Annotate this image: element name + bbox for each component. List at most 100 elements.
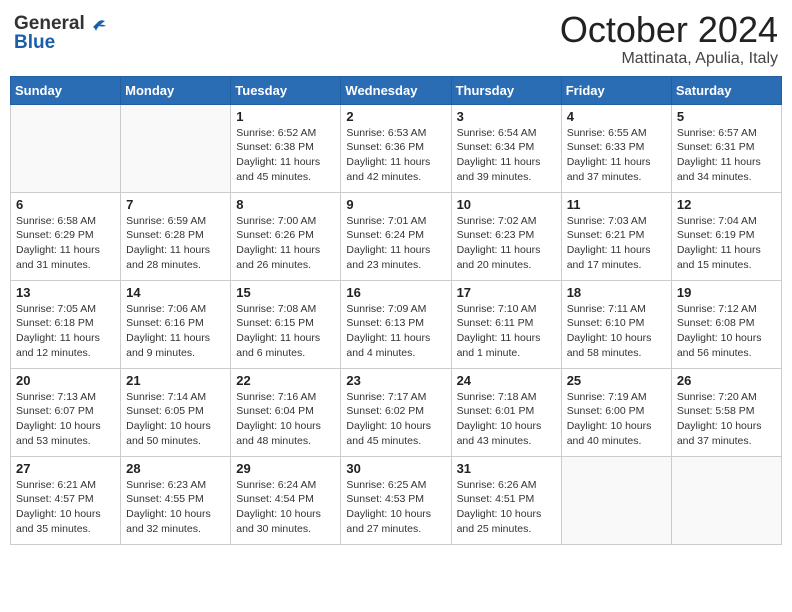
calendar-day-cell bbox=[561, 456, 671, 544]
day-number: 15 bbox=[236, 285, 335, 300]
day-info: Sunrise: 7:04 AMSunset: 6:19 PMDaylight:… bbox=[677, 214, 776, 273]
calendar-day-cell: 25Sunrise: 7:19 AMSunset: 6:00 PMDayligh… bbox=[561, 368, 671, 456]
day-info: Sunrise: 6:53 AMSunset: 6:36 PMDaylight:… bbox=[346, 126, 445, 185]
calendar-day-cell: 19Sunrise: 7:12 AMSunset: 6:08 PMDayligh… bbox=[671, 280, 781, 368]
day-number: 20 bbox=[16, 373, 115, 388]
calendar-weekday-header: Sunday bbox=[11, 76, 121, 104]
day-number: 18 bbox=[567, 285, 666, 300]
location-text: Mattinata, Apulia, Italy bbox=[560, 50, 778, 68]
day-number: 24 bbox=[457, 373, 556, 388]
calendar-day-cell: 3Sunrise: 6:54 AMSunset: 6:34 PMDaylight… bbox=[451, 104, 561, 192]
day-info: Sunrise: 6:26 AMSunset: 4:51 PMDaylight:… bbox=[457, 478, 556, 537]
calendar-week-row: 27 Sunrise: 6:21 AMSunset: 4:57 PMDayligh… bbox=[11, 456, 782, 544]
day-info: Sunrise: 6:21 AMSunset: 4:57 PMDaylight:… bbox=[16, 478, 115, 537]
calendar-weekday-header: Thursday bbox=[451, 76, 561, 104]
calendar-day-cell: 15 Sunrise: 7:08 AMSunset: 6:15 PMDayligh… bbox=[231, 280, 341, 368]
day-number: 26 bbox=[677, 373, 776, 388]
day-number: 29 bbox=[236, 461, 335, 476]
day-info: Sunrise: 7:03 AMSunset: 6:21 PMDaylight:… bbox=[567, 214, 666, 273]
calendar-day-cell: 16 Sunrise: 7:09 AMSunset: 6:13 PMDayligh… bbox=[341, 280, 451, 368]
calendar-day-cell: 24 Sunrise: 7:18 AMSunset: 6:01 PMDayligh… bbox=[451, 368, 561, 456]
day-info: Sunrise: 7:11 AMSunset: 6:10 PMDaylight:… bbox=[567, 302, 666, 361]
calendar-weekday-header: Wednesday bbox=[341, 76, 451, 104]
day-info: Sunrise: 7:19 AMSunset: 6:00 PMDaylight:… bbox=[567, 390, 666, 449]
day-info: Sunrise: 7:13 AMSunset: 6:07 PMDaylight:… bbox=[16, 390, 115, 449]
calendar-weekday-header: Saturday bbox=[671, 76, 781, 104]
logo-blue-text: Blue bbox=[14, 33, 85, 52]
day-number: 3 bbox=[457, 109, 556, 124]
calendar-day-cell: 22 Sunrise: 7:16 AMSunset: 6:04 PMDayligh… bbox=[231, 368, 341, 456]
day-number: 31 bbox=[457, 461, 556, 476]
page-header: General Blue October 2024 Mattinata, Apu… bbox=[10, 10, 782, 68]
day-info: Sunrise: 6:23 AMSunset: 4:55 PMDaylight:… bbox=[126, 478, 225, 537]
day-info: Sunrise: 7:02 AMSunset: 6:23 PMDaylight:… bbox=[457, 214, 556, 273]
day-number: 12 bbox=[677, 197, 776, 212]
day-number: 17 bbox=[457, 285, 556, 300]
day-info: Sunrise: 6:55 AMSunset: 6:33 PMDaylight:… bbox=[567, 126, 666, 185]
calendar-day-cell: 23 Sunrise: 7:17 AMSunset: 6:02 PMDayligh… bbox=[341, 368, 451, 456]
day-number: 10 bbox=[457, 197, 556, 212]
day-info: Sunrise: 7:01 AMSunset: 6:24 PMDaylight:… bbox=[346, 214, 445, 273]
day-info: Sunrise: 6:57 AMSunset: 6:31 PMDaylight:… bbox=[677, 126, 776, 185]
day-number: 8 bbox=[236, 197, 335, 212]
calendar-week-row: 6Sunrise: 6:58 AMSunset: 6:29 PMDaylight… bbox=[11, 192, 782, 280]
day-number: 22 bbox=[236, 373, 335, 388]
calendar-week-row: 20 Sunrise: 7:13 AMSunset: 6:07 PMDayligh… bbox=[11, 368, 782, 456]
logo-bird-icon bbox=[87, 18, 109, 40]
calendar-day-cell: 9 Sunrise: 7:01 AMSunset: 6:24 PMDaylight… bbox=[341, 192, 451, 280]
calendar-day-cell: 26Sunrise: 7:20 AMSunset: 5:58 PMDayligh… bbox=[671, 368, 781, 456]
logo: General Blue bbox=[14, 14, 109, 52]
calendar-day-cell: 27 Sunrise: 6:21 AMSunset: 4:57 PMDayligh… bbox=[11, 456, 121, 544]
calendar-day-cell: 29Sunrise: 6:24 AMSunset: 4:54 PMDayligh… bbox=[231, 456, 341, 544]
day-info: Sunrise: 7:05 AMSunset: 6:18 PMDaylight:… bbox=[16, 302, 115, 361]
logo-general-text: General bbox=[14, 14, 85, 33]
day-number: 4 bbox=[567, 109, 666, 124]
calendar-header-row: SundayMondayTuesdayWednesdayThursdayFrid… bbox=[11, 76, 782, 104]
day-info: Sunrise: 7:06 AMSunset: 6:16 PMDaylight:… bbox=[126, 302, 225, 361]
day-number: 28 bbox=[126, 461, 225, 476]
calendar-weekday-header: Friday bbox=[561, 76, 671, 104]
day-info: Sunrise: 7:08 AMSunset: 6:15 PMDaylight:… bbox=[236, 302, 335, 361]
calendar-day-cell: 11 Sunrise: 7:03 AMSunset: 6:21 PMDayligh… bbox=[561, 192, 671, 280]
day-number: 23 bbox=[346, 373, 445, 388]
day-info: Sunrise: 7:18 AMSunset: 6:01 PMDaylight:… bbox=[457, 390, 556, 449]
day-number: 7 bbox=[126, 197, 225, 212]
day-info: Sunrise: 7:12 AMSunset: 6:08 PMDaylight:… bbox=[677, 302, 776, 361]
day-info: Sunrise: 7:17 AMSunset: 6:02 PMDaylight:… bbox=[346, 390, 445, 449]
calendar-day-cell: 13 Sunrise: 7:05 AMSunset: 6:18 PMDayligh… bbox=[11, 280, 121, 368]
calendar-day-cell: 21 Sunrise: 7:14 AMSunset: 6:05 PMDayligh… bbox=[121, 368, 231, 456]
day-info: Sunrise: 7:16 AMSunset: 6:04 PMDaylight:… bbox=[236, 390, 335, 449]
calendar-weekday-header: Tuesday bbox=[231, 76, 341, 104]
calendar-day-cell bbox=[11, 104, 121, 192]
calendar-day-cell: 4 Sunrise: 6:55 AMSunset: 6:33 PMDaylight… bbox=[561, 104, 671, 192]
day-number: 11 bbox=[567, 197, 666, 212]
calendar-day-cell: 30 Sunrise: 6:25 AMSunset: 4:53 PMDayligh… bbox=[341, 456, 451, 544]
calendar-day-cell: 31 Sunrise: 6:26 AMSunset: 4:51 PMDayligh… bbox=[451, 456, 561, 544]
day-info: Sunrise: 6:52 AMSunset: 6:38 PMDaylight:… bbox=[236, 126, 335, 185]
day-number: 16 bbox=[346, 285, 445, 300]
day-info: Sunrise: 6:59 AMSunset: 6:28 PMDaylight:… bbox=[126, 214, 225, 273]
day-info: Sunrise: 7:14 AMSunset: 6:05 PMDaylight:… bbox=[126, 390, 225, 449]
calendar-week-row: 1 Sunrise: 6:52 AMSunset: 6:38 PMDaylight… bbox=[11, 104, 782, 192]
calendar-day-cell: 6Sunrise: 6:58 AMSunset: 6:29 PMDaylight… bbox=[11, 192, 121, 280]
calendar-day-cell: 7 Sunrise: 6:59 AMSunset: 6:28 PMDaylight… bbox=[121, 192, 231, 280]
calendar-day-cell: 12 Sunrise: 7:04 AMSunset: 6:19 PMDayligh… bbox=[671, 192, 781, 280]
day-number: 30 bbox=[346, 461, 445, 476]
day-number: 27 bbox=[16, 461, 115, 476]
calendar-week-row: 13 Sunrise: 7:05 AMSunset: 6:18 PMDayligh… bbox=[11, 280, 782, 368]
calendar-weekday-header: Monday bbox=[121, 76, 231, 104]
calendar-day-cell: 20 Sunrise: 7:13 AMSunset: 6:07 PMDayligh… bbox=[11, 368, 121, 456]
day-number: 6 bbox=[16, 197, 115, 212]
day-info: Sunrise: 7:09 AMSunset: 6:13 PMDaylight:… bbox=[346, 302, 445, 361]
calendar-day-cell: 2 Sunrise: 6:53 AMSunset: 6:36 PMDaylight… bbox=[341, 104, 451, 192]
day-number: 13 bbox=[16, 285, 115, 300]
calendar-day-cell: 5Sunrise: 6:57 AMSunset: 6:31 PMDaylight… bbox=[671, 104, 781, 192]
calendar-table: SundayMondayTuesdayWednesdayThursdayFrid… bbox=[10, 76, 782, 545]
day-number: 2 bbox=[346, 109, 445, 124]
title-section: October 2024 Mattinata, Apulia, Italy bbox=[560, 10, 778, 68]
day-number: 1 bbox=[236, 109, 335, 124]
calendar-day-cell: 17Sunrise: 7:10 AMSunset: 6:11 PMDayligh… bbox=[451, 280, 561, 368]
day-info: Sunrise: 6:25 AMSunset: 4:53 PMDaylight:… bbox=[346, 478, 445, 537]
day-number: 9 bbox=[346, 197, 445, 212]
day-number: 21 bbox=[126, 373, 225, 388]
